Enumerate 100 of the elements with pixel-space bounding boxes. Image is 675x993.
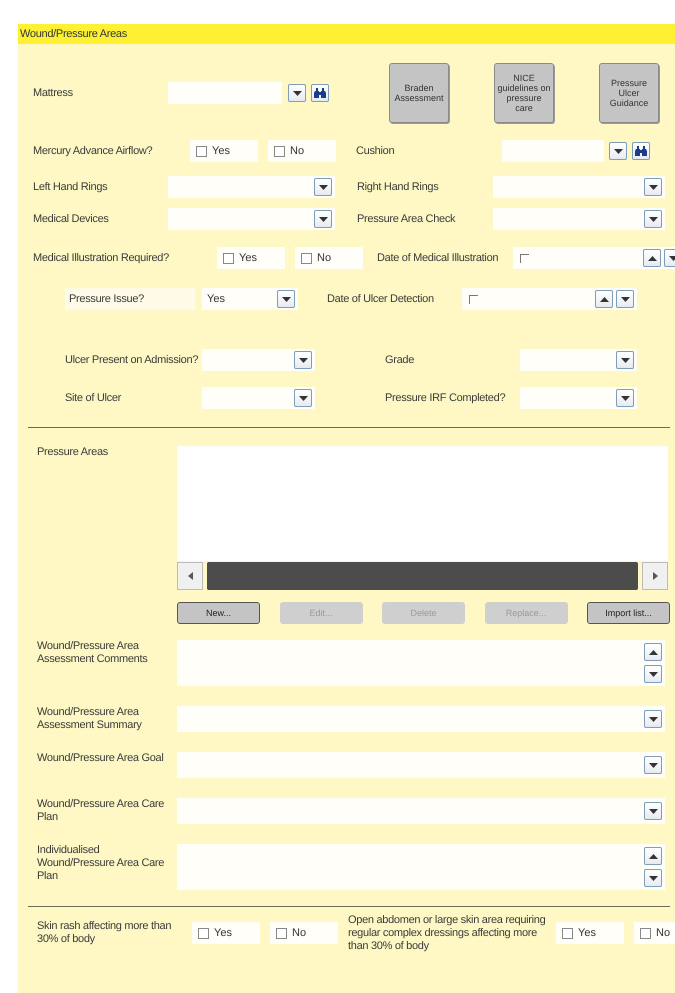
- spin-up-button[interactable]: [595, 290, 613, 308]
- dropdown-field[interactable]: [493, 176, 665, 198]
- down-triangle-icon: [318, 184, 328, 190]
- down-triangle-icon: [620, 358, 630, 362]
- right-arrow-icon: [652, 572, 658, 580]
- section-title: Wound/Pressure Areas: [18, 24, 675, 44]
- field-label: Wound/Pressure Area Goal: [37, 752, 165, 765]
- dropdown-button[interactable]: [644, 710, 662, 728]
- checkbox[interactable]: No: [270, 922, 338, 944]
- list-action-button[interactable]: Import list...: [587, 602, 670, 624]
- question-label: Open abdomen or large skin area requiring regular complex dressings affecting more than 30% of body: [348, 914, 546, 952]
- dropdown-field[interactable]: [520, 349, 637, 371]
- dropdown-field[interactable]: [168, 176, 335, 198]
- spin-up-button[interactable]: [643, 249, 661, 267]
- lookup-button[interactable]: [632, 142, 650, 160]
- dropdown-button[interactable]: [609, 142, 627, 160]
- date-checkbox[interactable]: [469, 294, 478, 304]
- checkbox[interactable]: No: [268, 140, 336, 162]
- checkbox[interactable]: Yes: [192, 922, 260, 944]
- field-label: Wound/Pressure Area Assessment Comments: [37, 640, 148, 666]
- up-triangle-icon: [648, 650, 658, 654]
- down-triangle-icon: [648, 876, 658, 880]
- guidance-button[interactable]: Pressure Ulcer Guidance: [599, 63, 659, 123]
- up-triangle-icon: [648, 256, 656, 260]
- down-triangle-icon: [668, 256, 675, 260]
- down-triangle-icon: [298, 396, 308, 400]
- spin-up-button[interactable]: [644, 643, 662, 661]
- dropdown-button[interactable]: [644, 869, 662, 887]
- down-triangle-icon: [292, 90, 302, 96]
- dropdown-field[interactable]: [177, 798, 665, 824]
- checkbox-label: No: [656, 927, 670, 939]
- down-triangle-icon: [620, 296, 630, 302]
- dropdown-field[interactable]: [168, 208, 335, 230]
- date-field[interactable]: [513, 247, 675, 269]
- date-field[interactable]: [462, 288, 637, 310]
- checkbox[interactable]: No: [295, 247, 363, 269]
- binoculars-icon: [635, 146, 647, 156]
- down-triangle-icon: [620, 396, 630, 400]
- dropdown-button[interactable]: [616, 389, 634, 407]
- dropdown-button[interactable]: [288, 84, 306, 102]
- down-triangle-icon: [648, 184, 658, 190]
- dropdown-field[interactable]: Yes: [202, 288, 298, 310]
- dropdown-field[interactable]: [177, 706, 665, 732]
- field-label: Mattress: [33, 86, 74, 100]
- field-label: Mercury Advance Airflow?: [33, 144, 154, 158]
- dropdown-button[interactable]: [644, 178, 662, 196]
- dropdown-button[interactable]: [314, 210, 332, 228]
- dropdown-button[interactable]: [294, 351, 312, 369]
- field-label: Medical Devices: [33, 212, 110, 226]
- down-triangle-icon: [648, 762, 658, 768]
- field-label: Pressure Areas: [37, 446, 110, 459]
- dropdown-button[interactable]: [644, 210, 662, 228]
- field-label: Pressure Area Check: [357, 212, 456, 226]
- field-label: Medical Illustration Required?: [33, 252, 170, 264]
- field-label: Left Hand Rings: [33, 180, 108, 194]
- dropdown-field[interactable]: [493, 208, 665, 230]
- dropdown-field[interactable]: [520, 387, 637, 409]
- binoculars-icon: [314, 88, 326, 98]
- dropdown-field[interactable]: [502, 140, 604, 162]
- field-label: Cushion: [356, 144, 396, 158]
- dropdown-button[interactable]: [277, 290, 295, 308]
- field-label: Individualised Wound/Pressure Area Care Plan: [37, 844, 166, 883]
- checkbox[interactable]: Yes: [217, 247, 285, 269]
- checkbox-label: Yes: [239, 252, 257, 264]
- left-arrow-icon: [188, 572, 192, 580]
- lookup-button[interactable]: [311, 84, 329, 102]
- dropdown-button[interactable]: [644, 802, 662, 820]
- spin-up-button[interactable]: [644, 847, 662, 865]
- down-triangle-icon: [648, 808, 658, 814]
- field-label: Date of Ulcer Detection: [327, 292, 435, 306]
- guidance-button[interactable]: NICE guidelines on pressure care: [494, 63, 554, 123]
- checkbox-label: No: [290, 145, 304, 157]
- horizontal-scrollbar[interactable]: [177, 561, 668, 591]
- question-label: Skin rash affecting more than 30% of body: [37, 920, 172, 946]
- dropdown-field[interactable]: [177, 752, 665, 778]
- dropdown-button[interactable]: [314, 178, 332, 196]
- dropdown-button[interactable]: [294, 389, 312, 407]
- down-triangle-icon: [614, 148, 622, 154]
- checkbox-label: Yes: [212, 145, 230, 157]
- dropdown-field[interactable]: [168, 82, 282, 104]
- list-action-button[interactable]: New...: [177, 602, 260, 624]
- down-triangle-icon: [648, 672, 658, 676]
- field-label: Wound/Pressure Area Assessment Summary: [37, 706, 143, 732]
- date-checkbox[interactable]: [520, 254, 529, 262]
- field-value: Yes: [206, 293, 225, 305]
- field-label: Grade: [385, 354, 416, 366]
- up-triangle-icon: [600, 296, 608, 302]
- dropdown-button[interactable]: [616, 290, 634, 308]
- dropdown-field[interactable]: [202, 387, 315, 409]
- dropdown-button[interactable]: [644, 756, 662, 774]
- field-label: Site of Ulcer: [65, 392, 122, 404]
- checkbox[interactable]: Yes: [190, 140, 258, 162]
- dropdown-field[interactable]: [202, 349, 315, 371]
- checkbox[interactable]: No: [634, 922, 675, 944]
- dropdown-button[interactable]: [616, 351, 634, 369]
- field-label: Pressure IRF Completed?: [385, 392, 506, 404]
- checkbox[interactable]: Yes: [556, 922, 624, 944]
- dropdown-button[interactable]: [644, 665, 662, 683]
- guidance-button[interactable]: Braden Assessment: [389, 63, 449, 123]
- checkbox-label: No: [292, 927, 306, 939]
